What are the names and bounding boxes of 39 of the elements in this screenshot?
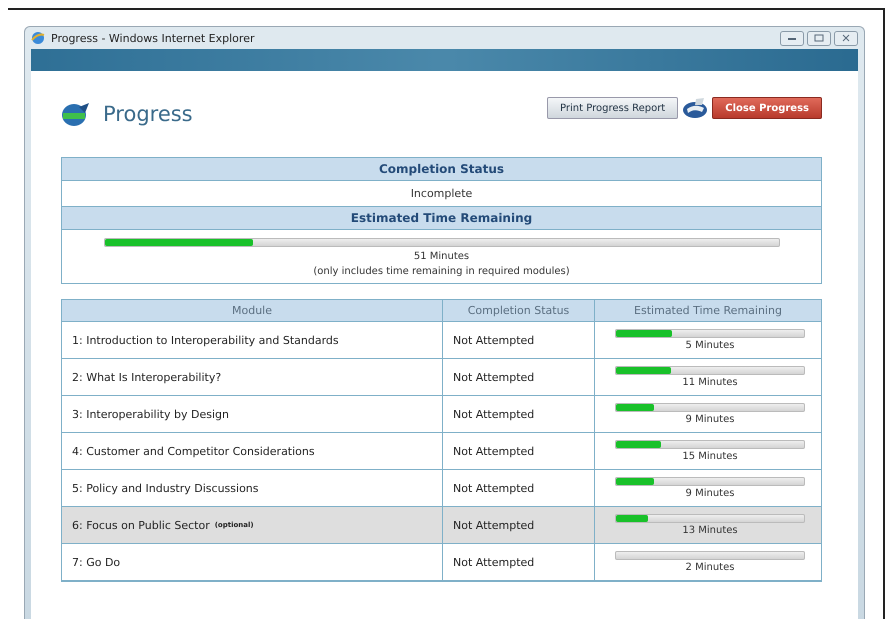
minimize-icon: [787, 35, 797, 41]
module-cell[interactable]: 2: What Is Interoperability?: [62, 359, 443, 396]
status-cell: Not Attempted: [443, 433, 595, 470]
status-cell: Not Attempted: [443, 544, 595, 581]
close-button[interactable]: [834, 30, 858, 46]
close-icon: [841, 34, 851, 42]
print-report-button[interactable]: Print Progress Report: [547, 97, 678, 119]
time-remaining: 9 Minutes: [686, 414, 734, 425]
time-remaining: 9 Minutes: [686, 488, 734, 499]
time-remaining: 5 Minutes: [686, 340, 734, 351]
module-cell[interactable]: 7: Go Do: [62, 544, 443, 581]
status-cell: Not Attempted: [443, 470, 595, 507]
section-heading: Estimated Time Remaining: [62, 207, 821, 230]
maximize-icon: [814, 34, 824, 42]
column-header: Completion Status: [443, 300, 595, 322]
time-remaining: 13 Minutes: [682, 525, 738, 536]
browser-icon: [31, 31, 45, 45]
time-remaining: 51 Minutes: [414, 251, 470, 262]
window-title: Progress - Windows Internet Explorer: [51, 32, 254, 44]
section-heading: Completion Status: [62, 158, 821, 181]
minimize-button[interactable]: [780, 30, 804, 46]
time-remaining: 15 Minutes: [682, 451, 738, 462]
column-header: Module: [62, 300, 443, 322]
module-cell[interactable]: 5: Policy and Industry Discussions: [62, 470, 443, 507]
maximize-button[interactable]: [807, 30, 831, 46]
module-cell[interactable]: 4: Customer and Competitor Considerations: [62, 433, 443, 470]
time-remaining: 11 Minutes: [682, 377, 738, 388]
progress-logo-icon: [61, 101, 91, 127]
page-title: Progress: [103, 102, 193, 126]
time-remaining: 2 Minutes: [686, 562, 734, 573]
module-cell[interactable]: 1: Introduction to Interoperability and Standards: [62, 322, 443, 359]
status-cell: Not Attempted: [443, 396, 595, 433]
status-cell: Not Attempted: [443, 507, 595, 544]
column-header: Estimated Time Remaining: [595, 300, 821, 322]
close-progress-button[interactable]: Close Progress: [712, 97, 822, 119]
status-cell: Not Attempted: [443, 359, 595, 396]
module-cell[interactable]: 3: Interoperability by Design: [62, 396, 443, 433]
status-cell: Not Attempted: [443, 322, 595, 359]
time-note: (only includes time remaining in required modules): [313, 266, 570, 277]
